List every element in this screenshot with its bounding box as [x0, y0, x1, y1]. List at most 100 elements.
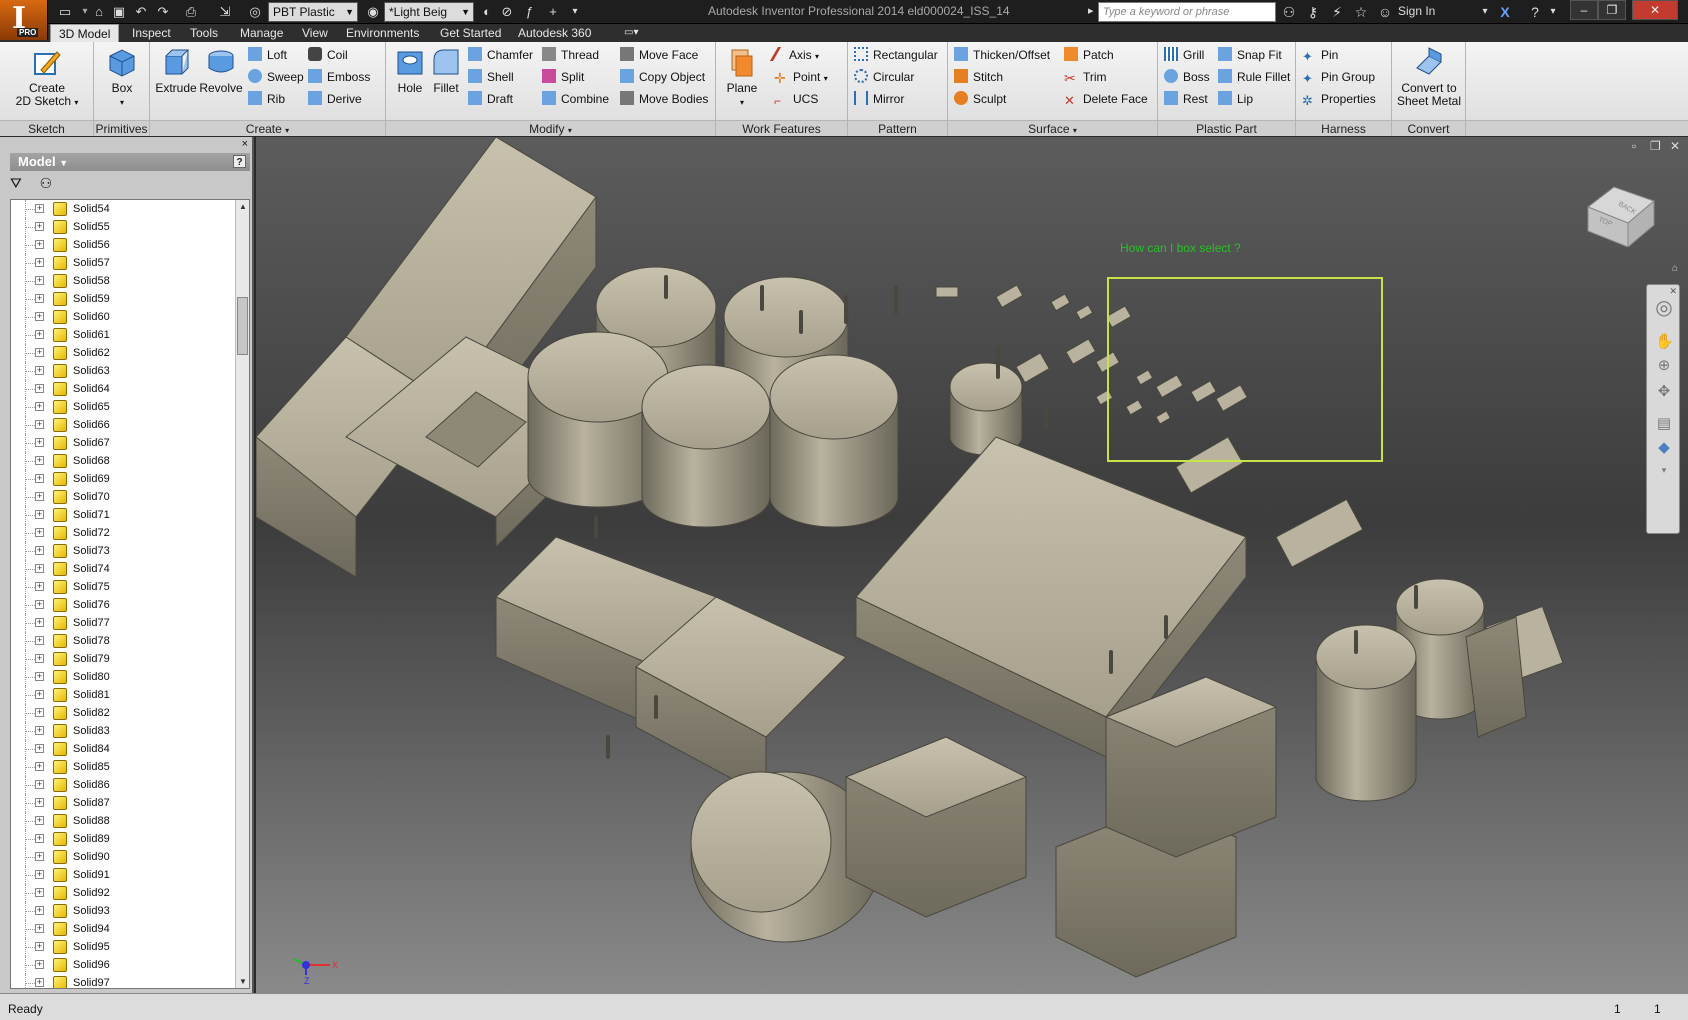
- filter-icon[interactable]: ⛛: [10, 175, 22, 191]
- tree-item-solid[interactable]: + Solid83: [11, 722, 237, 740]
- restore-window-button[interactable]: ❐: [1598, 0, 1626, 20]
- expand-plus-icon[interactable]: +: [35, 636, 44, 645]
- expand-plus-icon[interactable]: +: [35, 204, 44, 213]
- tree-item-solid[interactable]: + Solid84: [11, 740, 237, 758]
- combine-button[interactable]: Combine: [542, 88, 609, 110]
- update-icon[interactable]: ◎: [246, 3, 264, 21]
- tree-item-solid[interactable]: + Solid92: [11, 884, 237, 902]
- orbit-icon[interactable]: ✥: [1655, 383, 1673, 401]
- tree-item-solid[interactable]: + Solid65: [11, 398, 237, 416]
- expand-plus-icon[interactable]: +: [35, 366, 44, 375]
- expand-plus-icon[interactable]: +: [35, 510, 44, 519]
- sweep-button[interactable]: Sweep: [248, 66, 304, 88]
- tree-item-solid[interactable]: + Solid81: [11, 686, 237, 704]
- tree-item-solid[interactable]: + Solid69: [11, 470, 237, 488]
- expand-plus-icon[interactable]: +: [35, 834, 44, 843]
- parameters-fx-icon[interactable]: ƒ: [520, 3, 538, 21]
- browser-close-button[interactable]: ×: [242, 138, 248, 150]
- viewport-minimize-icon[interactable]: ▫: [1632, 139, 1636, 153]
- search-expand-icon[interactable]: ▸: [1088, 4, 1094, 17]
- tab-autodesk-360[interactable]: Autodesk 360: [510, 24, 599, 42]
- save-icon[interactable]: ▣: [110, 3, 128, 21]
- revolve-button[interactable]: Revolve: [198, 46, 244, 95]
- tree-item-solid[interactable]: + Solid77: [11, 614, 237, 632]
- axis-button[interactable]: Axis ▾: [769, 44, 819, 66]
- close-window-button[interactable]: ✕: [1632, 0, 1678, 20]
- adjust-appearance-icon[interactable]: ◐: [478, 3, 496, 21]
- shell-button[interactable]: Shell: [468, 66, 514, 88]
- navbar-close-icon[interactable]: ✕: [1669, 286, 1677, 297]
- tab-environments[interactable]: Environments: [338, 24, 427, 42]
- tree-item-solid[interactable]: + Solid94: [11, 920, 237, 938]
- help-icon[interactable]: ?: [1526, 3, 1544, 21]
- grill-button[interactable]: Grill: [1164, 44, 1204, 66]
- expand-plus-icon[interactable]: +: [35, 564, 44, 573]
- material-dropdown[interactable]: PBT Plastic ▼: [268, 2, 358, 22]
- customize-quick-access-icon[interactable]: ▾: [566, 3, 584, 21]
- expand-plus-icon[interactable]: +: [35, 906, 44, 915]
- appearance-dropdown[interactable]: *Light Beig ▼: [384, 2, 474, 22]
- tree-item-solid[interactable]: + Solid68: [11, 452, 237, 470]
- tree-item-solid[interactable]: + Solid90: [11, 848, 237, 866]
- scroll-up-icon[interactable]: ▲: [239, 202, 247, 211]
- expand-plus-icon[interactable]: +: [35, 258, 44, 267]
- expand-plus-icon[interactable]: +: [35, 420, 44, 429]
- clear-appearance-icon[interactable]: ⊘: [498, 3, 516, 21]
- navbar-menu-icon[interactable]: ▾: [1655, 461, 1673, 479]
- zoom-icon[interactable]: ⊕: [1655, 357, 1673, 375]
- tree-item-solid[interactable]: + Solid70: [11, 488, 237, 506]
- expand-plus-icon[interactable]: +: [35, 978, 44, 987]
- expand-plus-icon[interactable]: +: [35, 240, 44, 249]
- derive-button[interactable]: Derive: [308, 88, 362, 110]
- minimize-window-button[interactable]: –: [1570, 0, 1598, 20]
- tree-item-solid[interactable]: + Solid60: [11, 308, 237, 326]
- split-button[interactable]: Split: [542, 66, 584, 88]
- expand-plus-icon[interactable]: +: [35, 852, 44, 861]
- subscription-key-icon[interactable]: ⚷: [1304, 3, 1322, 21]
- expand-plus-icon[interactable]: +: [35, 384, 44, 393]
- rectangular-pattern-button[interactable]: Rectangular: [854, 44, 938, 66]
- panel-title-modify[interactable]: Modify ▾: [386, 120, 715, 136]
- rest-button[interactable]: Rest: [1164, 88, 1208, 110]
- graphics-viewport[interactable]: How can I box select ? ▫ ❐ ✕ BACK TOP ⌂ …: [256, 137, 1688, 993]
- tree-item-solid[interactable]: + Solid58: [11, 272, 237, 290]
- tree-item-solid[interactable]: + Solid59: [11, 290, 237, 308]
- sign-in-dropdown-icon[interactable]: ▾: [1476, 3, 1494, 21]
- find-binoculars-icon[interactable]: ⚇: [40, 175, 53, 191]
- expand-plus-icon[interactable]: +: [35, 762, 44, 771]
- rib-button[interactable]: Rib: [248, 88, 285, 110]
- sculpt-button[interactable]: Sculpt: [954, 88, 1006, 110]
- snap-fit-button[interactable]: Snap Fit: [1218, 44, 1282, 66]
- undo-icon[interactable]: ↶: [132, 3, 150, 21]
- tree-scrollbar[interactable]: ▲ ▼: [235, 200, 249, 988]
- loft-button[interactable]: Loft: [248, 44, 287, 66]
- harness-properties-button[interactable]: ✲ Properties: [1302, 88, 1376, 110]
- patch-button[interactable]: Patch: [1064, 44, 1114, 66]
- coil-button[interactable]: Coil: [308, 44, 348, 66]
- expand-plus-icon[interactable]: +: [35, 942, 44, 951]
- open-folder-icon[interactable]: ⌂: [90, 3, 108, 21]
- tab-manage[interactable]: Manage: [232, 24, 291, 42]
- tree-item-solid[interactable]: + Solid79: [11, 650, 237, 668]
- redo-icon[interactable]: ↷: [154, 3, 172, 21]
- expand-plus-icon[interactable]: +: [35, 312, 44, 321]
- look-at-icon[interactable]: ▤: [1655, 415, 1673, 433]
- expand-plus-icon[interactable]: +: [35, 474, 44, 483]
- thread-button[interactable]: Thread: [542, 44, 599, 66]
- expand-plus-icon[interactable]: +: [35, 672, 44, 681]
- tree-item-solid[interactable]: + Solid85: [11, 758, 237, 776]
- binoculars-search-icon[interactable]: ⚇: [1280, 3, 1298, 21]
- delete-face-button[interactable]: ✕ Delete Face: [1064, 88, 1148, 110]
- circular-pattern-button[interactable]: Circular: [854, 66, 914, 88]
- move-bodies-button[interactable]: Move Bodies: [620, 88, 708, 110]
- ucs-button[interactable]: ⌐ UCS: [774, 88, 818, 110]
- expand-plus-icon[interactable]: +: [35, 294, 44, 303]
- panel-title-surface[interactable]: Surface ▾: [948, 120, 1157, 136]
- tree-item-solid[interactable]: + Solid95: [11, 938, 237, 956]
- favorites-star-icon[interactable]: ☆: [1352, 3, 1370, 21]
- trim-button[interactable]: ✂ Trim: [1064, 66, 1107, 88]
- tree-item-solid[interactable]: + Solid96: [11, 956, 237, 974]
- tree-item-solid[interactable]: + Solid72: [11, 524, 237, 542]
- steering-wheel-icon[interactable]: ◎: [1655, 298, 1673, 318]
- expand-plus-icon[interactable]: +: [35, 924, 44, 933]
